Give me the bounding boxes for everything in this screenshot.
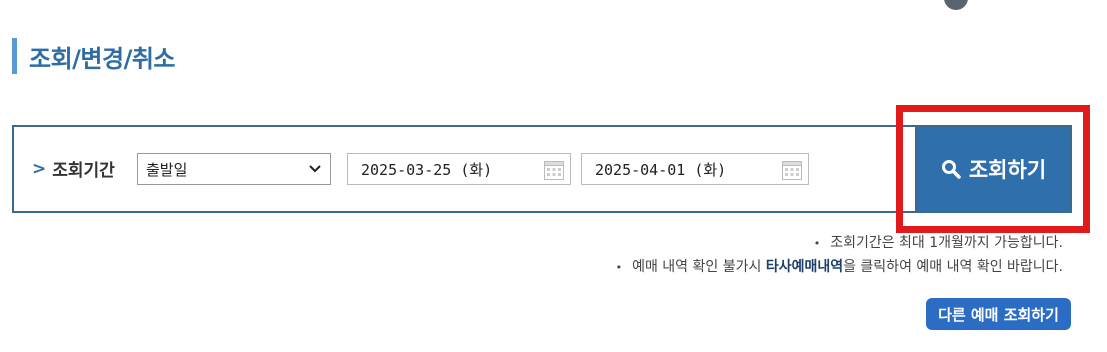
start-date-value: 2025-03-25 (화) — [361, 160, 493, 179]
note-other-booking: • 예매 내역 확인 불가시 타사예매내역을 클릭하여 예매 내역 확인 바랍니다… — [616, 256, 1063, 276]
note-period-limit: • 조회기간은 최대 1개월까지 가능합니다. — [814, 232, 1063, 252]
other-booking-link[interactable]: 타사예매내역 — [766, 259, 843, 275]
date-type-value: 출발일 — [146, 160, 188, 179]
bullet-icon: • — [615, 261, 623, 274]
chevron-right-icon: > — [32, 158, 47, 179]
page-title: 조회/변경/취소 — [12, 38, 176, 74]
end-date-value: 2025-04-01 (화) — [595, 160, 727, 179]
note-text-before: 예매 내역 확인 불가시 — [632, 259, 766, 275]
chevron-down-icon — [309, 165, 321, 173]
note-period-text: 조회기간은 최대 1개월까지 가능합니다. — [830, 235, 1063, 251]
end-date-field[interactable]: 2025-04-01 (화) — [581, 153, 809, 185]
page-title-text: 조회/변경/취소 — [29, 44, 176, 73]
search-button[interactable]: 조회하기 — [915, 125, 1072, 213]
other-booking-search-button[interactable]: 다른 예매 조회하기 — [926, 298, 1071, 330]
start-date-field[interactable]: 2025-03-25 (화) — [347, 153, 571, 185]
bullet-icon: • — [813, 237, 821, 250]
period-label-text: 조회기간 — [52, 161, 115, 181]
calendar-icon[interactable] — [543, 159, 565, 181]
search-button-label: 조회하기 — [968, 158, 1047, 182]
other-booking-search-label: 다른 예매 조회하기 — [938, 305, 1059, 324]
note-text-after: 을 클릭하여 예매 내역 확인 바랍니다. — [843, 259, 1063, 275]
period-label: > 조회기간 — [32, 156, 115, 182]
date-type-select[interactable]: 출발일 — [137, 153, 331, 185]
search-panel: > 조회기간 출발일 2025-03-25 (화) 2025-04-01 (화) — [12, 125, 916, 213]
calendar-icon[interactable] — [781, 159, 803, 181]
title-accent-bar — [12, 38, 17, 74]
avatar — [944, 0, 968, 10]
search-icon — [941, 160, 961, 179]
